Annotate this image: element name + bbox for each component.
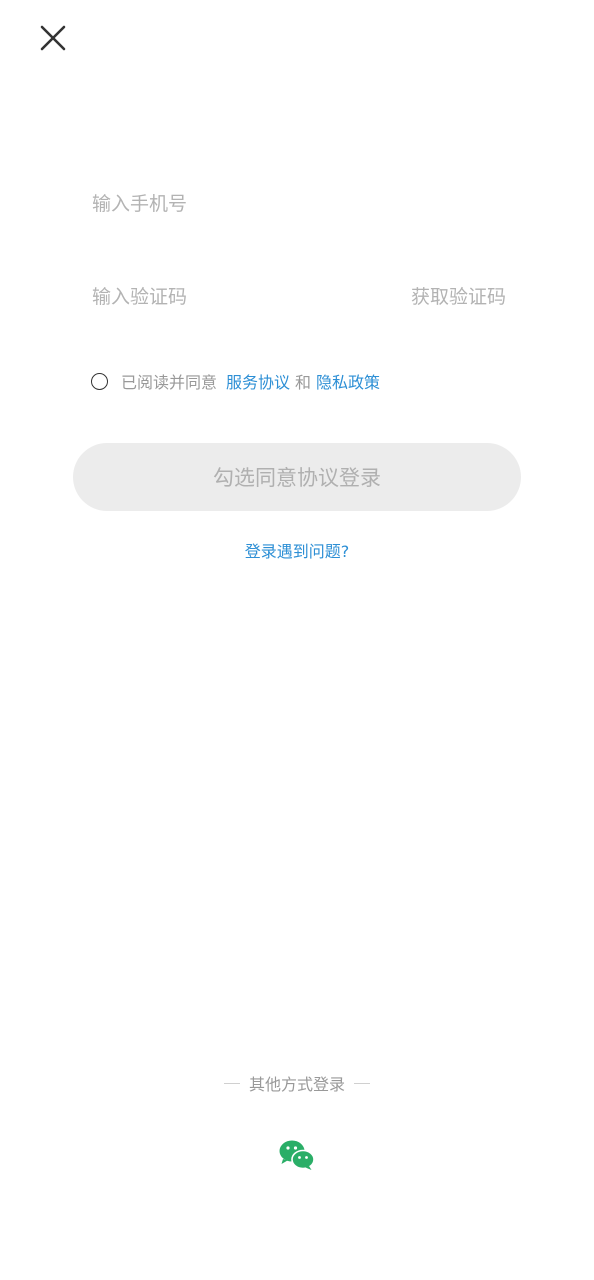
agreement-prefix: 已阅读并同意 — [121, 373, 218, 392]
service-agreement-link[interactable]: 服务协议 — [226, 369, 290, 393]
phone-field-row — [92, 184, 506, 224]
wechat-icon — [279, 1140, 315, 1170]
phone-input[interactable] — [92, 193, 506, 215]
get-code-button[interactable]: 获取验证码 — [411, 277, 506, 317]
divider-line-right — [354, 1082, 370, 1084]
close-button[interactable] — [34, 19, 72, 57]
agreement-and-text: 和 — [295, 373, 312, 392]
agreement-checkbox[interactable] — [91, 372, 108, 390]
code-field-row: 获取验证码 — [92, 277, 506, 317]
privacy-policy-link[interactable]: 隐私政策 — [316, 369, 380, 393]
other-login-label: 其他方式登录 — [248, 1075, 345, 1094]
agreement-row: 已阅读并同意 服务协议 和 隐私政策 — [91, 368, 380, 394]
close-icon — [40, 25, 66, 51]
login-problem-link[interactable]: 登录遇到问题? — [245, 542, 350, 561]
other-login-divider: 其他方式登录 — [0, 1071, 594, 1095]
login-button[interactable]: 勾选同意协议登录 — [73, 443, 521, 511]
divider-line-left — [223, 1082, 240, 1084]
login-problem-row: 登录遇到问题? — [0, 538, 594, 562]
verification-code-input[interactable] — [92, 286, 342, 308]
wechat-login-button[interactable] — [278, 1138, 316, 1172]
